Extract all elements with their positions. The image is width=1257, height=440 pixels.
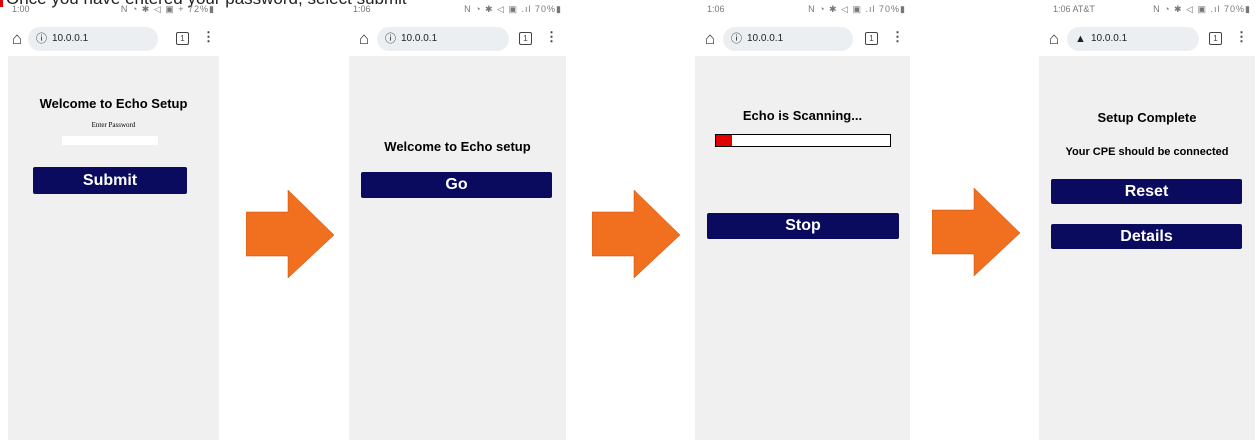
menu-icon[interactable]: ⋮ [545, 30, 558, 44]
phone-screen-1: 1:00 N ◔ ✱ ◁ ▣ + 72%▮ ⌂ ⓘ 10.0.0.1 1 ⋮ W… [8, 0, 219, 440]
home-icon[interactable]: ⌂ [353, 28, 375, 50]
password-label: Enter Password [91, 121, 136, 129]
home-icon[interactable]: ⌂ [1043, 28, 1065, 50]
address-url: 10.0.0.1 [1091, 33, 1128, 44]
status-icons: N ◔ ✱ ◁ ▣ + 72%▮ [120, 4, 215, 14]
phone-screen-4: 1:06 AT&T N ◔ ✱ ◁ ▣ .ıl 70%▮ ⌂ ▲ 10.0.0.… [1039, 0, 1255, 440]
address-bar[interactable]: ⓘ 10.0.0.1 [377, 27, 509, 51]
page-title: Setup Complete [1097, 110, 1197, 125]
page-content: Welcome to Echo setup Go [349, 56, 566, 440]
arrow-right-icon [246, 190, 335, 279]
tab-switcher-icon[interactable]: 1 [176, 32, 189, 45]
browser-toolbar: ⌂ ⓘ 10.0.0.1 1 ⋮ [695, 22, 910, 56]
phone-screen-2: 1:06 N ◔ ✱ ◁ ▣ .ıl 70%▮ ⌂ ⓘ 10.0.0.1 1 ⋮… [349, 0, 566, 440]
address-url: 10.0.0.1 [747, 33, 784, 44]
status-icons: N ◔ ✱ ◁ ▣ .ıl 70%▮ [1153, 4, 1251, 14]
page-content: Echo is Scanning... Stop [695, 56, 910, 440]
password-input[interactable] [62, 136, 158, 145]
tab-switcher-icon[interactable]: 1 [1209, 32, 1222, 45]
menu-icon[interactable]: ⋮ [202, 30, 215, 44]
tab-switcher-icon[interactable]: 1 [519, 32, 532, 45]
address-bar[interactable]: ⓘ 10.0.0.1 [28, 27, 158, 51]
submit-button[interactable]: Submit [33, 167, 187, 194]
address-url: 10.0.0.1 [52, 33, 89, 44]
go-button[interactable]: Go [361, 172, 552, 198]
menu-icon[interactable]: ⋮ [1235, 30, 1248, 44]
caption-marker [0, 0, 3, 7]
home-icon[interactable]: ⌂ [699, 28, 721, 50]
status-bar: 1:06 N ◔ ✱ ◁ ▣ .ıl 70%▮ [695, 0, 910, 22]
status-icons: N ◔ ✱ ◁ ▣ .ıl 70%▮ [464, 4, 562, 14]
address-url: 10.0.0.1 [401, 33, 438, 44]
status-time: 1:00 [12, 4, 30, 14]
home-icon[interactable]: ⌂ [6, 28, 28, 50]
info-icon[interactable]: ⓘ [36, 32, 47, 46]
arrow-right-icon [592, 190, 681, 279]
stop-button[interactable]: Stop [707, 213, 899, 239]
status-time: 1:06 AT&T [1053, 4, 1095, 14]
phone-screen-3: 1:06 N ◔ ✱ ◁ ▣ .ıl 70%▮ ⌂ ⓘ 10.0.0.1 1 ⋮… [695, 0, 910, 440]
status-bar: 1:00 N ◔ ✱ ◁ ▣ + 72%▮ [8, 0, 219, 22]
reset-button[interactable]: Reset [1051, 179, 1242, 204]
scan-progress-bar [715, 134, 891, 147]
page-content: Setup Complete Your CPE should be connec… [1039, 56, 1255, 440]
page-title: Welcome to Echo Setup [39, 96, 188, 111]
status-bar: 1:06 N ◔ ✱ ◁ ▣ .ıl 70%▮ [349, 0, 566, 22]
status-bar: 1:06 AT&T N ◔ ✱ ◁ ▣ .ıl 70%▮ [1039, 0, 1255, 22]
warning-icon[interactable]: ▲ [1075, 32, 1086, 46]
address-bar[interactable]: ▲ 10.0.0.1 [1067, 27, 1199, 51]
browser-toolbar: ⌂ ⓘ 10.0.0.1 1 ⋮ [8, 22, 219, 56]
arrow-right-icon [932, 188, 1021, 277]
info-icon[interactable]: ⓘ [731, 32, 742, 46]
tab-switcher-icon[interactable]: 1 [865, 32, 878, 45]
page-title: Welcome to Echo setup [384, 139, 531, 154]
info-icon[interactable]: ⓘ [385, 32, 396, 46]
browser-toolbar: ⌂ ⓘ 10.0.0.1 1 ⋮ [349, 22, 566, 56]
connection-message: Your CPE should be connected [1065, 146, 1229, 158]
page-title: Echo is Scanning... [742, 108, 863, 123]
status-time: 1:06 [707, 4, 725, 14]
page-content: Welcome to Echo Setup Enter Password Sub… [8, 56, 219, 440]
address-bar[interactable]: ⓘ 10.0.0.1 [723, 27, 853, 51]
menu-icon[interactable]: ⋮ [891, 30, 904, 44]
details-button[interactable]: Details [1051, 224, 1242, 249]
scan-progress-fill [716, 135, 732, 146]
status-time: 1:06 [353, 4, 371, 14]
status-icons: N ◔ ✱ ◁ ▣ .ıl 70%▮ [808, 4, 906, 14]
browser-toolbar: ⌂ ▲ 10.0.0.1 1 ⋮ [1039, 22, 1255, 56]
